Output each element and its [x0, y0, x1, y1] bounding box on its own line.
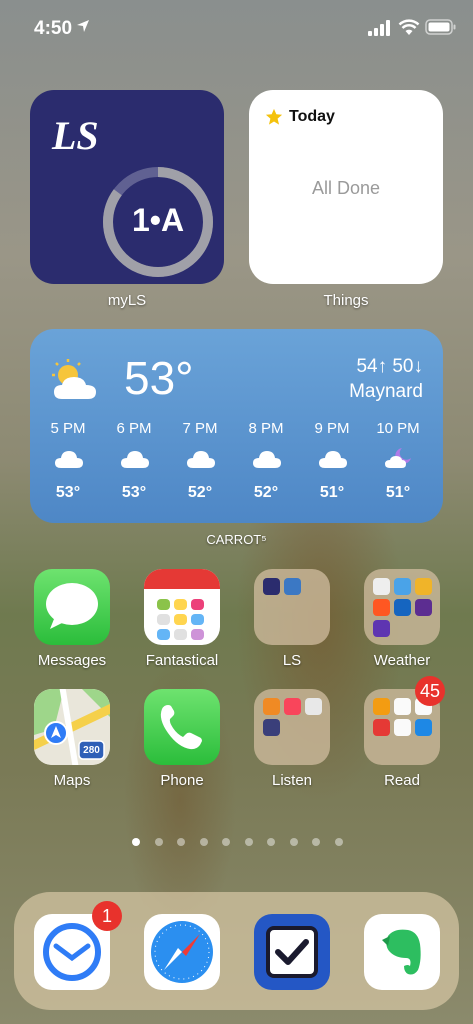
- hour-time: 7 PM: [182, 420, 218, 437]
- weather-widget[interactable]: 53° 54↑ 50↓ Maynard 5 PM 53° 6 PM 53° 7 PM 52…: [30, 329, 443, 523]
- cloud-icon: [54, 446, 84, 475]
- cloud-icon: [252, 446, 282, 475]
- hour-temperature: 51°: [385, 484, 411, 501]
- cellular-signal-icon: [368, 20, 392, 41]
- evernote-app-icon[interactable]: [364, 914, 440, 990]
- messages-app-icon[interactable]: [34, 569, 110, 645]
- things-title: Today: [289, 108, 335, 125]
- page-dot[interactable]: [132, 838, 140, 846]
- page-dot[interactable]: [154, 838, 163, 846]
- page-dot[interactable]: [177, 838, 185, 846]
- cloud-icon: [120, 446, 150, 475]
- current-temperature: 53°: [124, 352, 194, 404]
- moon-cloud-icon: [384, 446, 414, 475]
- hour-time: 10 PM: [376, 420, 420, 437]
- page-dot[interactable]: [222, 838, 230, 846]
- hour-time: 5 PM: [50, 420, 86, 437]
- cloud-icon: [318, 446, 348, 475]
- hour-time: 6 PM: [116, 420, 152, 437]
- things-status: All Done: [311, 178, 381, 198]
- location-arrow-icon: [76, 19, 90, 38]
- page-dot[interactable]: [289, 838, 298, 846]
- mail-badge: 1: [92, 901, 122, 931]
- listen-folder[interactable]: [254, 689, 330, 765]
- status-time: 4:50: [34, 18, 73, 39]
- wifi-icon: [398, 19, 420, 40]
- hour-temperature: 53°: [55, 484, 81, 501]
- page-dot[interactable]: [267, 838, 275, 846]
- phone-label: Phone: [160, 772, 204, 789]
- star-icon: [265, 108, 283, 131]
- myls-widget-label: myLS: [107, 292, 147, 309]
- high-low-temperature: 54↑ 50↓: [356, 356, 423, 377]
- page-dot[interactable]: [312, 838, 320, 846]
- listen-folder-label: Listen: [271, 772, 313, 789]
- phone-app-icon[interactable]: [144, 689, 220, 765]
- omnifocus-app-icon[interactable]: [254, 914, 330, 990]
- status-bar: 4:50: [0, 0, 473, 56]
- weather-folder-label: Weather: [373, 652, 431, 669]
- maps-app-icon[interactable]: 280: [34, 689, 110, 765]
- app-mini-icon: [284, 578, 301, 595]
- hour-temperature: 52°: [187, 484, 213, 501]
- fantastical-app-icon[interactable]: [144, 569, 220, 645]
- weather-widget-label: CARROT⁵: [206, 532, 267, 547]
- partly-cloudy-icon: [48, 359, 102, 408]
- hour-temperature: 53°: [121, 484, 147, 501]
- page-dot[interactable]: [334, 838, 343, 846]
- hour-temperature: 52°: [253, 484, 279, 501]
- messages-label: Messages: [37, 652, 107, 669]
- hour-time: 9 PM: [314, 420, 350, 437]
- safari-app-icon[interactable]: [144, 914, 220, 990]
- weather-folder[interactable]: [364, 569, 440, 645]
- myls-ring-text: 1•A: [131, 202, 185, 238]
- read-folder-badge: 45: [415, 676, 445, 706]
- myls-widget[interactable]: LS 1•A: [30, 90, 224, 284]
- ls-folder-label: LS: [282, 652, 302, 669]
- ls-folder[interactable]: [254, 569, 330, 645]
- myls-mini-icon: [263, 578, 280, 595]
- hour-temperature: 51°: [319, 484, 345, 501]
- battery-icon: [425, 19, 457, 40]
- page-dot[interactable]: [199, 838, 208, 846]
- things-widget-label: Things: [323, 292, 369, 309]
- myls-logo: LS: [52, 113, 99, 158]
- cloud-icon: [186, 446, 216, 475]
- maps-label: Maps: [53, 772, 91, 789]
- read-folder-label: Read: [384, 772, 420, 789]
- hour-time: 8 PM: [248, 420, 284, 437]
- weather-location: Maynard: [349, 381, 423, 402]
- fantastical-label: Fantastical: [145, 652, 219, 669]
- things-widget[interactable]: Today All Done: [249, 90, 443, 284]
- page-dot[interactable]: [244, 838, 253, 846]
- interstate-shield-text: 280: [83, 745, 100, 756]
- fantastical-calendar-grid: [157, 599, 207, 640]
